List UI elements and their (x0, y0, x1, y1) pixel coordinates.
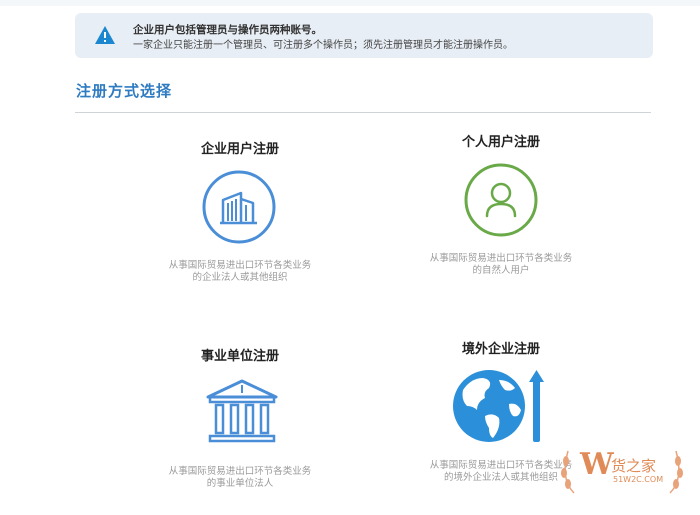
option-institution[interactable]: 事业单位注册 从事国际贸易进出口环节各类业务 的事业单位法人 (140, 345, 340, 495)
option-title[interactable]: 企业用户注册 (140, 138, 340, 157)
notice-banner: 企业用户包括管理员与操作员两种账号。 一家企业只能注册一个管理员、可注册多个操作… (75, 13, 653, 58)
watermark-logo: W 货之家 51W2C.COM (556, 443, 688, 499)
globe-icon[interactable] (449, 366, 559, 446)
watermark-letter: W (580, 447, 614, 482)
option-individual[interactable]: 个人用户注册 从事国际贸易进出口环节各类业务 的自然人用户 (401, 131, 601, 281)
option-description: 从事国际贸易进出口环节各类业务 的自然人用户 (429, 253, 573, 276)
section-title: 注册方式选择 (76, 82, 173, 100)
notice-title: 企业用户包括管理员与操作员两种账号。 (133, 24, 322, 36)
option-enterprise[interactable]: 企业用户注册 从事国际贸易进出口环节各类业务 的企业法人或其他组织 (140, 138, 340, 288)
option-description: 从事国际贸易进出口环节各类业务 的事业单位法人 (168, 466, 312, 489)
option-title[interactable]: 境外企业注册 (401, 338, 601, 357)
top-strip (0, 0, 700, 6)
option-title[interactable]: 个人用户注册 (401, 131, 601, 150)
building-icon[interactable] (201, 169, 277, 245)
notice-text: 一家企业只能注册一个管理员、可注册多个操作员；须先注册管理员才能注册操作员。 (133, 40, 513, 51)
option-title[interactable]: 事业单位注册 (140, 345, 340, 364)
warning-icon (95, 26, 115, 44)
section-divider (75, 112, 651, 113)
watermark-url: 51W2C.COM (613, 475, 664, 484)
institution-icon[interactable] (202, 375, 282, 451)
watermark-brand: 货之家 (611, 457, 657, 475)
person-icon[interactable] (463, 162, 539, 238)
option-description: 从事国际贸易进出口环节各类业务 的企业法人或其他组织 (168, 260, 312, 283)
